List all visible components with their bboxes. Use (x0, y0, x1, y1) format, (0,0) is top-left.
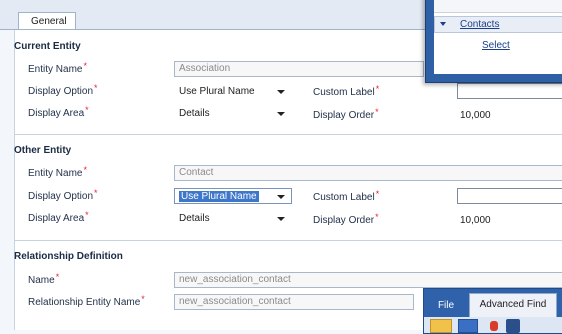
other-display-order-input[interactable]: 10,000 (460, 215, 491, 226)
current-entity-name-field[interactable]: Association (174, 61, 424, 77)
current-entity-name-label: Entity Name* (28, 61, 87, 75)
required-marker: * (85, 105, 89, 115)
ribbon-tab-advanced-find[interactable]: Advanced Find (469, 293, 557, 317)
section-current-entity: Current Entity (14, 41, 81, 52)
current-custom-label-label: Custom Label* (313, 84, 380, 98)
other-display-area-select[interactable]: Details (174, 210, 292, 226)
other-entity-name-field[interactable]: Contact (174, 165, 562, 181)
current-display-area-label: Display Area* (28, 105, 89, 119)
ribbon-tab-file[interactable]: File (424, 295, 468, 317)
relationship-name-label: Name* (28, 272, 60, 286)
section-other-entity: Other Entity (14, 145, 72, 156)
other-display-area-label: Display Area* (28, 210, 89, 224)
required-marker: * (55, 272, 60, 282)
current-custom-label-input[interactable] (457, 83, 562, 99)
other-custom-label-input[interactable] (457, 188, 562, 204)
required-marker: * (83, 165, 87, 175)
other-display-option-value: Use Plural Name (179, 191, 259, 202)
section-divider (14, 240, 562, 241)
popup-panel: Contacts Select (434, 0, 562, 74)
grid-icon[interactable] (458, 319, 478, 333)
section-relationship-definition: Relationship Definition (14, 251, 123, 262)
other-display-option-select[interactable]: Use Plural Name (174, 188, 292, 204)
current-display-area-select[interactable]: Details (174, 105, 292, 121)
required-marker: * (94, 83, 98, 93)
other-display-order-label: Display Order* (313, 212, 379, 226)
chevron-down-icon (277, 195, 285, 199)
popup-item-select[interactable]: Select (482, 40, 510, 51)
popup-item-contacts[interactable]: Contacts (460, 19, 499, 30)
required-marker: * (94, 188, 98, 198)
chevron-down-icon (277, 217, 285, 221)
query-icon[interactable] (506, 319, 520, 333)
ribbon-window: File Advanced Find (423, 288, 562, 334)
section-divider (14, 134, 562, 135)
chevron-down-icon (277, 90, 285, 94)
related-entities-popup: Contacts Select (425, 0, 562, 83)
required-marker: * (83, 61, 87, 71)
current-display-area-value: Details (179, 108, 210, 119)
popup-header (434, 0, 562, 13)
relationship-name-field[interactable]: new_association_contact (174, 272, 562, 288)
required-marker: * (375, 107, 379, 117)
relationship-entity-name-field[interactable]: new_association_contact (174, 294, 414, 310)
other-custom-label-label: Custom Label* (313, 189, 380, 203)
chevron-down-icon (277, 112, 285, 116)
tab-general[interactable]: General (18, 12, 76, 29)
required-marker: * (375, 84, 380, 94)
current-display-order-label: Display Order* (313, 107, 379, 121)
required-marker: * (141, 294, 145, 304)
required-marker: * (375, 189, 380, 199)
other-display-option-label: Display Option* (28, 188, 98, 202)
current-display-order-input[interactable]: 10,000 (460, 110, 491, 121)
required-marker: * (85, 210, 89, 220)
current-display-option-value: Use Plural Name (179, 86, 255, 97)
current-display-option-label: Display Option* (28, 83, 98, 97)
caret-down-icon (440, 22, 446, 26)
other-entity-name-label: Entity Name* (28, 165, 87, 179)
folder-icon[interactable] (430, 319, 452, 333)
required-marker: * (375, 212, 379, 222)
other-display-area-value: Details (179, 213, 210, 224)
current-display-option-select[interactable]: Use Plural Name (174, 83, 292, 99)
relationship-entity-name-label: Relationship Entity Name* (28, 294, 145, 308)
